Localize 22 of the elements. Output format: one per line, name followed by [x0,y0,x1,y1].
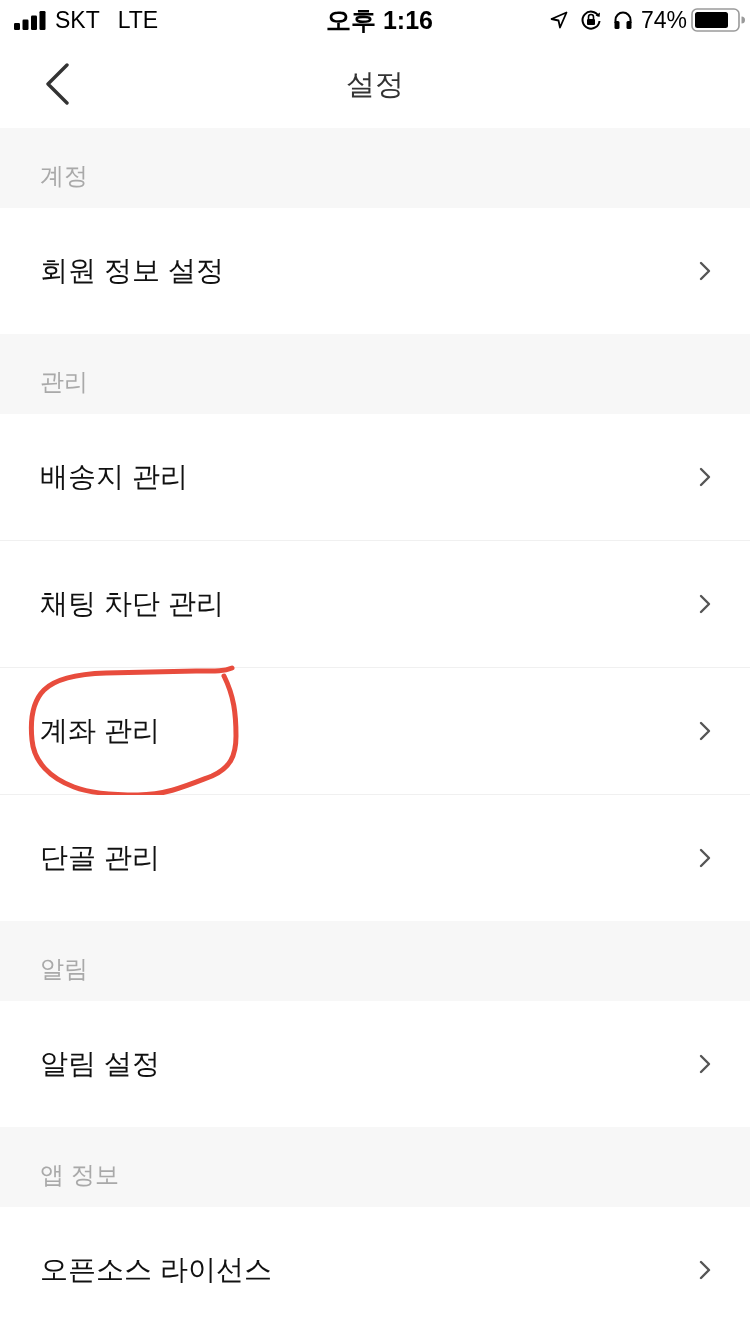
chevron-right-icon [699,721,711,741]
chevron-left-icon [44,63,70,105]
chevron-right-icon [699,467,711,487]
chevron-right-icon [699,261,711,281]
chevron-right-icon [699,594,711,614]
signal-icon [14,10,46,30]
clock-text: 오후 1:16 [326,7,433,33]
chevron-right-icon [699,1260,711,1280]
headphones-icon [612,10,633,30]
location-arrow-icon [549,11,568,29]
chevron-right-icon [699,848,711,868]
section-header: 앱 정보 [0,1127,750,1207]
carrier-text: SKT [55,8,100,32]
rotation-lock-icon [579,9,602,31]
chevron-right-icon [699,1054,711,1074]
section-header: 계정 [0,128,750,208]
network-text: LTE [117,8,159,32]
page-title: 설정 [346,69,404,99]
section-header: 알림 [0,921,750,1001]
battery-text: 74% [640,8,687,32]
section-header: 관리 [0,334,750,414]
battery-icon [691,8,745,32]
